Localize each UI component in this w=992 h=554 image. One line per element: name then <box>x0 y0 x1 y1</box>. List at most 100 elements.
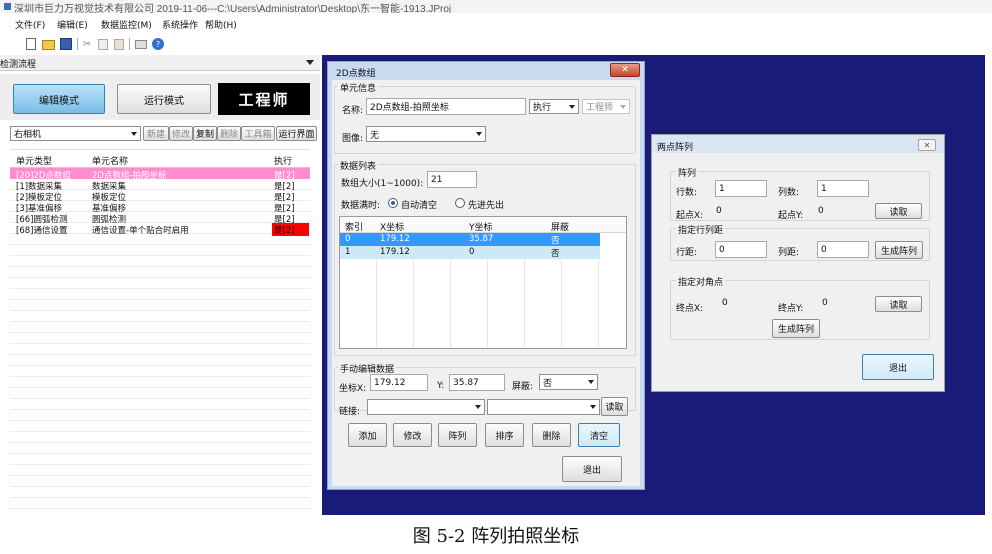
data-list-legend: 数据列表 <box>338 159 379 172</box>
grid-body: 0 179.12 35.87 否 1 179.12 0 否 <box>340 233 600 263</box>
table-row[interactable]: [1]数据采集 数据采集 是[2] <box>10 179 310 192</box>
edit-mode-button[interactable]: 编辑模式 <box>13 84 105 114</box>
radio-fifo[interactable] <box>455 198 465 208</box>
read-label: 读取 <box>605 403 624 413</box>
toolbox-button[interactable]: 工具箱 <box>241 126 275 141</box>
read-button[interactable]: 读取 <box>601 397 628 416</box>
copy-icon[interactable] <box>98 39 108 50</box>
array-title-bar: 两点阵列 ✕ <box>652 135 944 153</box>
toolbar: ✂ ? <box>16 36 206 52</box>
dialog-2d-array: 2D点数组 ✕ 单元信息 名称: 2D点数组-拍照坐标 执行 工程师 图像: 无… <box>327 61 645 490</box>
role-select[interactable]: 工程师 <box>582 99 630 114</box>
figure-caption: 图 5-2 阵列拍照坐标 <box>0 515 992 554</box>
camera-select[interactable]: 右相机 <box>10 126 141 141</box>
panel-dropdown-icon[interactable] <box>306 60 314 65</box>
generate-array-button-1[interactable]: 生成阵列 <box>875 241 923 259</box>
run-ui-label: 运行界面 <box>278 130 315 140</box>
row-dist-value: 0 <box>719 244 725 255</box>
coord-x-input[interactable]: 179.12 <box>370 374 428 391</box>
table-row[interactable]: [3]基准偏移 基准偏移 是[2] <box>10 201 310 214</box>
menu-system[interactable]: 系统操作 <box>162 18 198 31</box>
mask-label: 屏蔽: <box>512 382 534 392</box>
menu-monitor[interactable]: 数据监控(M) <box>101 18 152 31</box>
new-button[interactable]: 新建 <box>143 126 169 141</box>
spacing-legend: 指定行列距 <box>676 223 726 236</box>
y-label: Y: <box>437 381 445 391</box>
add-button[interactable]: 添加 <box>348 423 387 447</box>
rows-input[interactable]: 1 <box>715 180 767 197</box>
array-button[interactable]: 阵列 <box>438 423 477 447</box>
size-input[interactable]: 21 <box>427 171 477 188</box>
window-title: 深圳市巨力万视觉技术有限公司 2019-11-06---C:\Users\Adm… <box>14 4 452 13</box>
delete-button[interactable]: 删除 <box>217 126 241 141</box>
menu-help[interactable]: 帮助(H) <box>205 18 237 31</box>
col-dist-input[interactable]: 0 <box>817 241 869 258</box>
image-value: 无 <box>370 130 380 141</box>
array-legend: 阵列 <box>676 166 699 179</box>
link-select-1[interactable] <box>367 399 485 415</box>
array-close-button[interactable]: ✕ <box>918 139 936 151</box>
radio-auto-clear[interactable] <box>388 198 398 208</box>
print-icon[interactable] <box>135 40 147 49</box>
coord-x-label: 坐标X: <box>339 384 367 394</box>
save-icon[interactable] <box>60 38 72 50</box>
app-icon <box>4 3 11 10</box>
y-value: 35.87 <box>453 377 479 388</box>
table-row[interactable]: [20]2D点数组 2D点数组-拍照坐标 是[2] <box>10 168 310 181</box>
cols-value: 1 <box>821 183 827 194</box>
name-input[interactable]: 2D点数组-拍照坐标 <box>366 98 526 115</box>
separator <box>77 38 78 50</box>
read-end-button[interactable]: 读取 <box>875 296 922 312</box>
row-dist-input[interactable]: 0 <box>715 241 767 258</box>
help-icon[interactable]: ? <box>152 38 164 50</box>
array-exit-button[interactable]: 退出 <box>862 354 934 380</box>
close-button[interactable]: ✕ <box>610 63 640 77</box>
array-exit-label: 退出 <box>888 363 907 374</box>
sort-button[interactable]: 排序 <box>485 423 524 447</box>
panel-header: 检测流程 <box>0 55 320 71</box>
read-start-label: 读取 <box>889 207 908 218</box>
image-select[interactable]: 无 <box>366 126 486 142</box>
menu-edit[interactable]: 编辑(E) <box>57 18 88 31</box>
link-select-2[interactable] <box>487 399 600 415</box>
cols-input[interactable]: 1 <box>817 180 869 197</box>
open-folder-icon[interactable] <box>42 40 55 50</box>
row-dist-label: 行距: <box>676 248 698 258</box>
table-row[interactable]: [2]模板定位 模板定位 是[2] <box>10 190 310 203</box>
generate-array-label-1: 生成阵列 <box>880 246 917 257</box>
mask-select[interactable]: 否 <box>539 374 598 390</box>
cols-label: 列数: <box>778 188 800 198</box>
copy-button[interactable]: 复制 <box>193 126 217 141</box>
new-file-icon[interactable] <box>26 38 36 50</box>
full-label: 数据满时: <box>341 201 381 211</box>
table-row[interactable]: [66]圆弧检测 圆弧检测 是[2] <box>10 212 310 225</box>
delete-data-label: 删除 <box>542 431 561 442</box>
modify-button[interactable]: 修改 <box>169 126 193 141</box>
array-label: 阵列 <box>448 431 467 442</box>
y-input[interactable]: 35.87 <box>449 374 505 391</box>
col-dist-label: 列距: <box>778 248 800 258</box>
link-label: 链接: <box>339 407 361 417</box>
process-table: 单元类型 单元名称 执行 [20]2D点数组 2D点数组-拍照坐标 是[2] [1]数… <box>10 149 310 515</box>
delete-data-button[interactable]: 删除 <box>532 423 571 447</box>
modify-data-button[interactable]: 修改 <box>393 423 432 447</box>
start-y-value: 0 <box>818 206 824 216</box>
table-row[interactable]: [68]通信设置 通信设置-单个贴合时启用 是[2] <box>10 223 310 236</box>
grid-row[interactable]: 0 179.12 35.87 否 <box>340 233 600 246</box>
grid-row[interactable]: 1 179.12 0 否 <box>340 246 600 259</box>
cut-icon[interactable]: ✂ <box>83 39 91 50</box>
start-y-label: 起点Y: <box>778 211 804 221</box>
paste-icon[interactable] <box>114 39 124 50</box>
run-mode-button[interactable]: 运行模式 <box>117 84 211 114</box>
col-exec: 执行 <box>274 157 293 167</box>
size-label: 数组大小(1~1000): <box>341 179 424 189</box>
table-body: [20]2D点数组 2D点数组-拍照坐标 是[2] [1]数据采集 数据采集 是[2] [2… <box>10 168 310 248</box>
clear-button[interactable]: 清空 <box>578 423 620 447</box>
menu-file[interactable]: 文件(F) <box>15 18 45 31</box>
name-value: 2D点数组-拍照坐标 <box>370 103 449 113</box>
generate-array-button-2[interactable]: 生成阵列 <box>772 319 820 338</box>
run-ui-button[interactable]: 运行界面 <box>276 126 317 141</box>
read-start-button[interactable]: 读取 <box>875 203 922 219</box>
exit-button[interactable]: 退出 <box>562 456 622 482</box>
exec-select[interactable]: 执行 <box>529 99 579 114</box>
